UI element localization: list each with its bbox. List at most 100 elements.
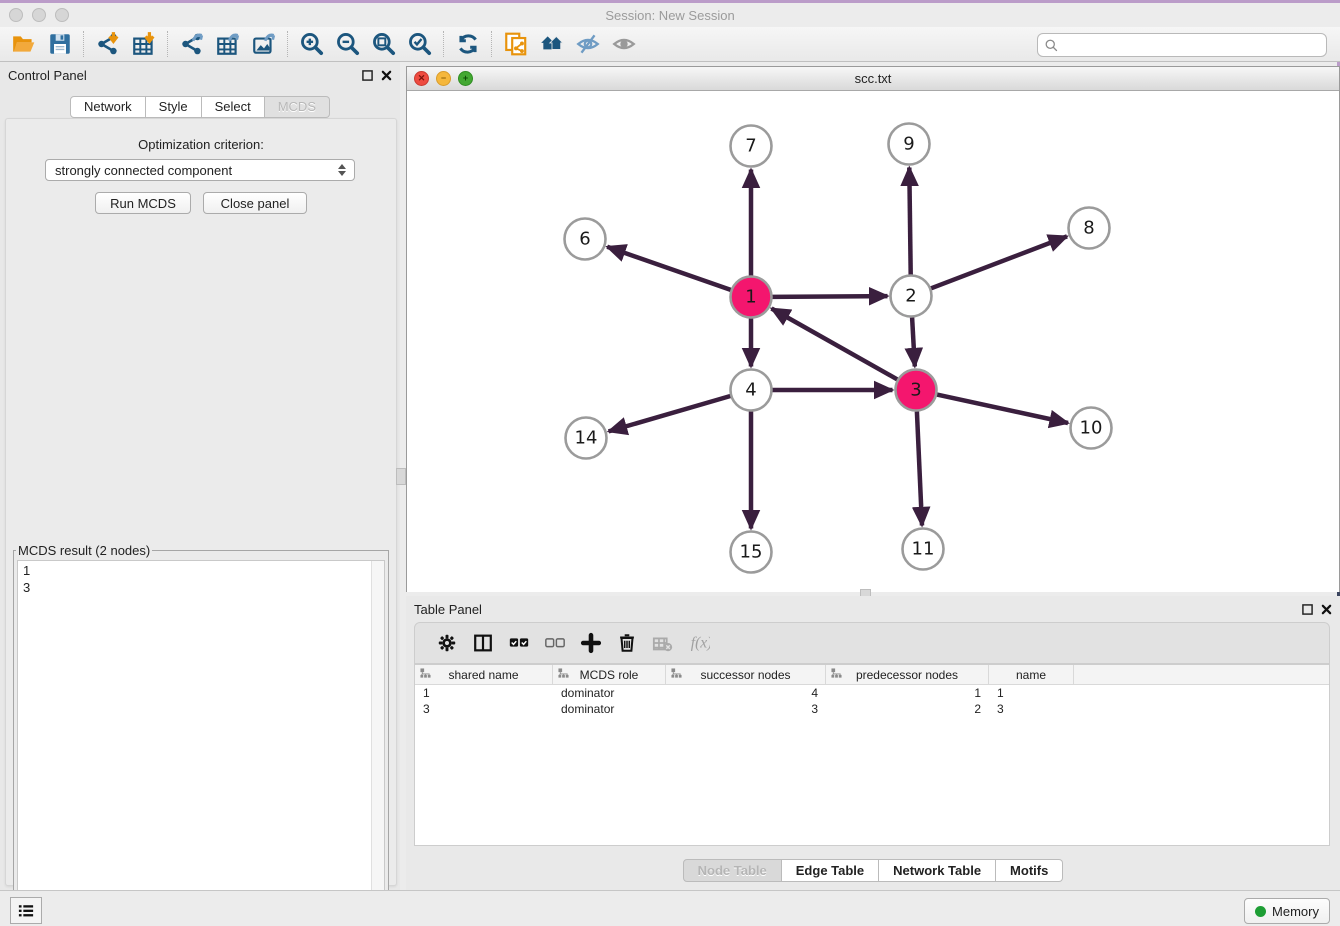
hide-panels-icon [575, 31, 601, 57]
node-table[interactable]: shared nameMCDS rolesuccessor nodesprede… [414, 664, 1330, 846]
node-3[interactable]: 3 [896, 370, 937, 411]
column-header-predecessor-nodes[interactable]: predecessor nodes [826, 665, 989, 684]
search-box[interactable] [1037, 33, 1327, 57]
node-15[interactable]: 15 [731, 532, 772, 573]
table-row[interactable]: 3dominator323 [415, 701, 1329, 717]
node-9[interactable]: 9 [889, 124, 930, 165]
table-row[interactable]: 1dominator411 [415, 685, 1329, 701]
node-10[interactable]: 10 [1071, 408, 1112, 449]
close-table-panel-icon[interactable] [1321, 604, 1332, 615]
network-view-window: ✕ − + scc.txt 1 2 3 4 6 7 8 9 10 11 14 15 [406, 66, 1340, 592]
add-row-icon [580, 632, 602, 654]
vertical-splitter-grip[interactable] [396, 468, 406, 485]
export-network-button[interactable] [174, 29, 210, 59]
node-11[interactable]: 11 [903, 529, 944, 570]
close-panel-icon[interactable] [381, 70, 392, 81]
tab-network[interactable]: Network [70, 96, 146, 118]
svg-text:10: 10 [1080, 418, 1103, 439]
node-14[interactable]: 14 [566, 418, 607, 459]
edge-2-9[interactable] [909, 168, 910, 275]
close-panel-button[interactable]: Close panel [203, 192, 307, 214]
task-history-button[interactable] [10, 897, 42, 924]
zoom-in-button[interactable] [294, 29, 330, 59]
tab-select[interactable]: Select [202, 96, 265, 118]
node-4[interactable]: 4 [731, 370, 772, 411]
float-table-panel-icon[interactable] [1302, 604, 1313, 615]
toolbar-separator [167, 31, 169, 57]
svg-text:11: 11 [912, 539, 935, 560]
home-icon [539, 31, 565, 57]
export-table-button[interactable] [210, 29, 246, 59]
node-2[interactable]: 2 [891, 276, 932, 317]
search-input[interactable] [1059, 35, 1326, 55]
home-button[interactable] [534, 29, 570, 59]
column-header-MCDS-role[interactable]: MCDS role [553, 665, 666, 684]
criterion-value: strongly connected component [46, 163, 335, 178]
mcds-result-text[interactable]: 13 [17, 560, 385, 919]
column-header-name[interactable]: name [989, 665, 1074, 684]
edge-3-11[interactable] [917, 412, 922, 526]
delete-row-icon [616, 632, 638, 654]
hide-panels-button[interactable] [570, 29, 606, 59]
gear-button[interactable] [429, 632, 465, 654]
svg-text:1: 1 [745, 287, 756, 308]
apply-layout-button[interactable] [450, 29, 486, 59]
column-header-successor-nodes[interactable]: successor nodes [666, 665, 826, 684]
node-6[interactable]: 6 [565, 219, 606, 260]
network-window-titlebar[interactable]: ✕ − + scc.txt [407, 67, 1339, 91]
network-window-title: scc.txt [407, 71, 1339, 86]
save-session-button[interactable] [42, 29, 78, 59]
select-all-button[interactable] [501, 632, 537, 654]
node-1[interactable]: 1 [731, 277, 772, 318]
edge-2-8[interactable] [931, 236, 1067, 288]
export-network-icon [179, 31, 205, 57]
clone-network-button[interactable] [498, 29, 534, 59]
mcds-result-title: MCDS result (2 nodes) [16, 543, 152, 558]
float-panel-icon[interactable] [362, 70, 373, 81]
delete-row-button[interactable] [609, 632, 645, 654]
zoom-out-icon [335, 31, 361, 57]
edge-1-2[interactable] [773, 296, 888, 297]
edge-2-3[interactable] [912, 318, 915, 367]
export-table-icon [215, 31, 241, 57]
zoom-fit-button[interactable] [366, 29, 402, 59]
column-type-icon [831, 668, 842, 679]
node-8[interactable]: 8 [1069, 208, 1110, 249]
tab-node-table[interactable]: Node Table [683, 859, 782, 882]
memory-button[interactable]: Memory [1244, 898, 1330, 924]
deselect-all-button[interactable] [537, 632, 573, 654]
svg-text:2: 2 [905, 286, 916, 307]
run-mcds-button[interactable]: Run MCDS [95, 192, 191, 214]
tab-network-table[interactable]: Network Table [879, 859, 996, 882]
split-columns-button[interactable] [465, 632, 501, 654]
criterion-select[interactable]: strongly connected component [45, 159, 355, 181]
import-network-button[interactable] [90, 29, 126, 59]
import-table-button[interactable] [126, 29, 162, 59]
tab-edge-table[interactable]: Edge Table [782, 859, 879, 882]
table-panel: Table Panel f(x) shared nameMCDS rolesuc… [406, 596, 1340, 890]
result-scrollbar[interactable] [371, 561, 384, 918]
tab-style[interactable]: Style [146, 96, 202, 118]
tab-motifs[interactable]: Motifs [996, 859, 1063, 882]
add-row-button[interactable] [573, 632, 609, 654]
function-builder-button[interactable]: f(x) [681, 632, 717, 654]
search-icon [1044, 38, 1059, 53]
edge-1-6[interactable] [607, 247, 731, 290]
zoom-selected-button[interactable] [402, 29, 438, 59]
network-graph-canvas[interactable]: 1 2 3 4 6 7 8 9 10 11 14 15 [407, 91, 1339, 592]
tab-mcds[interactable]: MCDS [265, 96, 330, 118]
node-7[interactable]: 7 [731, 126, 772, 167]
toolbar-separator [83, 31, 85, 57]
edge-3-10[interactable] [937, 395, 1068, 423]
zoom-out-button[interactable] [330, 29, 366, 59]
import-network-icon [95, 31, 121, 57]
edge-3-1[interactable] [772, 309, 898, 380]
edge-4-14[interactable] [609, 396, 731, 431]
delete-table-button[interactable] [645, 632, 681, 654]
app-titlebar: Session: New Session [0, 3, 1340, 27]
show-panels-button[interactable] [606, 29, 642, 59]
column-header-shared-name[interactable]: shared name [415, 665, 553, 684]
export-image-button[interactable] [246, 29, 282, 59]
toolbar-separator [443, 31, 445, 57]
open-session-button[interactable] [6, 29, 42, 59]
